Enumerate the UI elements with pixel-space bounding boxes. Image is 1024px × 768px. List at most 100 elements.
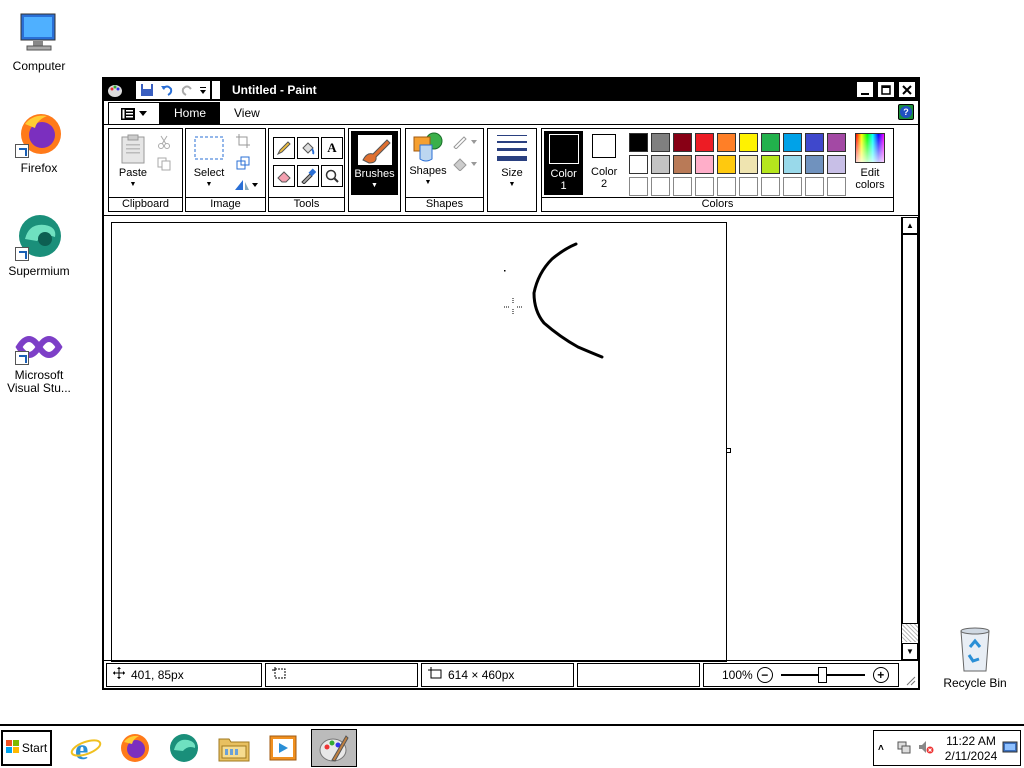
custom-color-slot[interactable] bbox=[739, 177, 758, 196]
scroll-up-button[interactable]: ▲ bbox=[902, 217, 918, 234]
fill-shape-icon[interactable] bbox=[452, 155, 478, 173]
file-menu-button[interactable] bbox=[108, 102, 160, 124]
pencil-tool-icon[interactable] bbox=[273, 137, 295, 159]
crop-icon[interactable] bbox=[234, 132, 252, 150]
title-bar[interactable]: Untitled - Paint bbox=[104, 79, 918, 101]
clock[interactable]: 11:22 AM 2/11/2024 bbox=[940, 734, 1002, 764]
custom-color-slot[interactable] bbox=[761, 177, 780, 196]
shapes-group: Shapes ▼ Shapes bbox=[405, 128, 484, 212]
custom-color-slot[interactable] bbox=[651, 177, 670, 196]
cut-icon[interactable] bbox=[155, 133, 173, 151]
taskbar-file-explorer[interactable] bbox=[211, 729, 257, 767]
scroll-down-button[interactable]: ▼ bbox=[902, 643, 918, 660]
color-swatch[interactable] bbox=[783, 155, 802, 174]
brushes-button[interactable]: Brushes ▼ bbox=[351, 131, 398, 195]
redo-icon[interactable] bbox=[178, 82, 196, 98]
maximize-button[interactable] bbox=[877, 81, 895, 98]
color-swatch[interactable] bbox=[805, 133, 824, 152]
edit-colors-button[interactable]: Edit colors bbox=[850, 133, 890, 191]
color-swatch[interactable] bbox=[695, 155, 714, 174]
magnifier-icon[interactable] bbox=[321, 165, 343, 187]
paste-button[interactable]: Paste ▼ bbox=[113, 133, 153, 191]
color-swatch[interactable] bbox=[827, 133, 846, 152]
color-swatch[interactable] bbox=[651, 155, 670, 174]
color1-label: Color 1 bbox=[550, 168, 577, 192]
paint-app-icon[interactable] bbox=[104, 80, 126, 100]
paint-window: Untitled - Paint Home View ? Paste ▼ Cli… bbox=[102, 77, 920, 690]
color-swatch[interactable] bbox=[673, 155, 692, 174]
zoom-in-button[interactable]: + bbox=[872, 666, 889, 683]
scrollbar-thumb[interactable] bbox=[902, 234, 918, 624]
color-swatch[interactable] bbox=[805, 155, 824, 174]
start-button[interactable]: Start bbox=[1, 730, 52, 766]
scrollbar-track[interactable] bbox=[902, 624, 918, 642]
fill-tool-icon[interactable] bbox=[297, 137, 319, 159]
crosshair-cursor-icon bbox=[504, 298, 522, 315]
custom-color-slot[interactable] bbox=[673, 177, 692, 196]
color2-button[interactable]: Color 2 bbox=[587, 134, 621, 190]
clipboard-icon bbox=[117, 133, 149, 165]
zoom-slider-thumb[interactable] bbox=[817, 666, 827, 683]
size-button[interactable]: Size ▼ bbox=[492, 133, 532, 191]
help-button[interactable]: ? bbox=[898, 104, 914, 120]
color-swatch[interactable] bbox=[629, 133, 648, 152]
zoom-slider[interactable] bbox=[780, 666, 865, 683]
shapes-button[interactable]: Shapes ▼ bbox=[408, 131, 448, 189]
desktop-icon-visual-studio[interactable]: Microsoft Visual Stu... bbox=[0, 327, 78, 395]
copy-icon[interactable] bbox=[155, 155, 173, 173]
drawing-canvas[interactable] bbox=[111, 222, 727, 662]
zoom-out-button[interactable]: − bbox=[756, 666, 773, 683]
show-desktop-icon[interactable] bbox=[1002, 741, 1018, 758]
desktop-icon-computer[interactable]: Computer bbox=[0, 8, 78, 73]
tab-view[interactable]: View bbox=[220, 102, 274, 124]
custom-color-slot[interactable] bbox=[783, 177, 802, 196]
vertical-scrollbar[interactable]: ▲ ▼ bbox=[901, 217, 918, 660]
color-swatch[interactable] bbox=[783, 133, 802, 152]
tab-home[interactable]: Home bbox=[160, 102, 221, 124]
desktop-icon-firefox[interactable]: Firefox bbox=[0, 110, 78, 175]
outline-icon[interactable] bbox=[452, 133, 478, 151]
custom-color-slot[interactable] bbox=[827, 177, 846, 196]
color-swatch[interactable] bbox=[717, 133, 736, 152]
canvas-resize-handle[interactable] bbox=[726, 448, 731, 453]
customize-qat-icon[interactable] bbox=[198, 82, 208, 98]
color1-button[interactable]: Color 1 bbox=[544, 131, 583, 195]
minimize-button[interactable] bbox=[856, 81, 874, 98]
color-picker-icon[interactable] bbox=[297, 165, 319, 187]
save-icon[interactable] bbox=[138, 82, 156, 98]
color-swatch[interactable] bbox=[717, 155, 736, 174]
taskbar-supermium[interactable] bbox=[161, 729, 207, 767]
svg-text:e: e bbox=[75, 733, 88, 764]
color-swatch[interactable] bbox=[761, 155, 780, 174]
undo-icon[interactable] bbox=[158, 82, 176, 98]
color-swatch[interactable] bbox=[651, 133, 670, 152]
resize-icon[interactable] bbox=[234, 154, 252, 172]
color-swatch[interactable] bbox=[761, 133, 780, 152]
custom-color-slot[interactable] bbox=[805, 177, 824, 196]
shortcut-arrow-icon bbox=[15, 247, 29, 261]
desktop-icon-recycle-bin[interactable]: Recycle Bin bbox=[936, 625, 1014, 690]
custom-color-slot[interactable] bbox=[717, 177, 736, 196]
taskbar-paint[interactable] bbox=[311, 729, 357, 767]
taskbar-media-player[interactable] bbox=[260, 729, 306, 767]
text-tool-icon[interactable]: A bbox=[321, 137, 343, 159]
close-button[interactable] bbox=[898, 81, 916, 98]
taskbar-firefox[interactable] bbox=[112, 729, 158, 767]
resize-grip-icon[interactable] bbox=[904, 674, 916, 686]
color-swatch[interactable] bbox=[739, 155, 758, 174]
network-icon[interactable] bbox=[896, 739, 912, 758]
color-swatch[interactable] bbox=[695, 133, 714, 152]
desktop-icon-supermium[interactable]: Supermium bbox=[0, 213, 78, 278]
volume-muted-icon[interactable] bbox=[918, 739, 934, 758]
color-swatch[interactable] bbox=[739, 133, 758, 152]
color-swatch[interactable] bbox=[827, 155, 846, 174]
show-hidden-icons-button[interactable]: ˄ bbox=[878, 743, 892, 754]
color-swatch[interactable] bbox=[673, 133, 692, 152]
custom-color-slot[interactable] bbox=[695, 177, 714, 196]
custom-color-slot[interactable] bbox=[629, 177, 648, 196]
color-swatch[interactable] bbox=[629, 155, 648, 174]
taskbar-internet-explorer[interactable]: e bbox=[63, 729, 109, 767]
rotate-icon[interactable] bbox=[232, 176, 260, 194]
select-button[interactable]: Select ▼ bbox=[189, 133, 229, 191]
eraser-tool-icon[interactable] bbox=[273, 165, 295, 187]
